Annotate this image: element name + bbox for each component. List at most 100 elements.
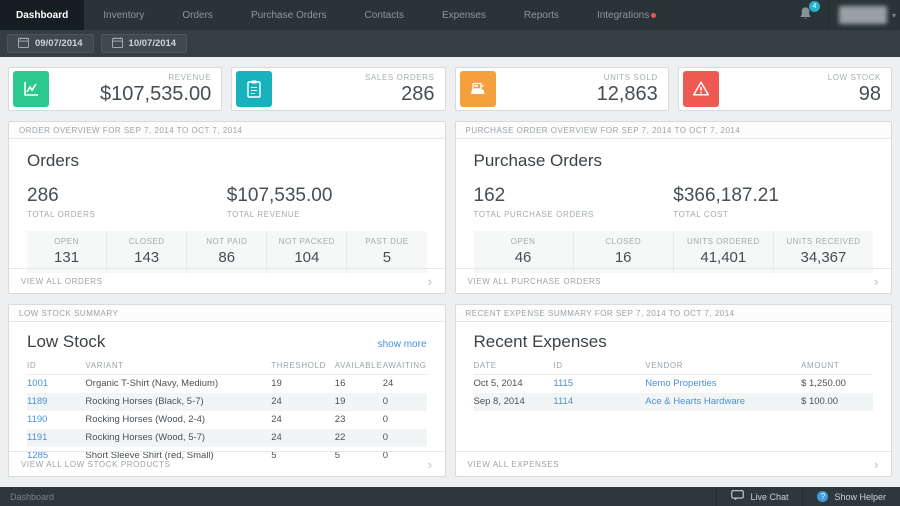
column-header-vendor: VENDOR (645, 359, 801, 375)
nav-item-purchase-orders[interactable]: Purchase Orders (232, 0, 346, 30)
start-date-value: 09/07/2014 (35, 38, 83, 49)
total-orders-value: 286 (27, 185, 227, 207)
recent-expenses-panel: RECENT EXPENSE SUMMARY FOR SEP 7, 2014 T… (455, 304, 893, 477)
total-orders-label: TOTAL ORDERS (27, 210, 227, 219)
show-helper-button[interactable]: ? Show Helper (802, 487, 900, 506)
chat-bubble-icon (731, 490, 744, 503)
orders-title: Orders (27, 151, 427, 171)
view-all-expenses-link[interactable]: VIEW ALL EXPENSES › (456, 451, 892, 476)
notifications-bell-button[interactable]: 4 (799, 6, 812, 25)
revenue-stat-card[interactable]: REVENUE $107,535.00 (8, 67, 222, 111)
stat-past-due: PAST DUE5 (346, 231, 426, 273)
view-all-purchase-orders-link[interactable]: VIEW ALL PURCHASE ORDERS › (456, 268, 892, 293)
notification-count-badge: 4 (809, 1, 820, 12)
total-cost-label: TOTAL COST (673, 210, 873, 219)
expense-id-link[interactable]: 1115 (553, 378, 573, 389)
stat-units-received: UNITS RECEIVED34,367 (773, 231, 873, 273)
purchase-order-overview-panel: PURCHASE ORDER OVERVIEW FOR SEP 7, 2014 … (455, 121, 893, 294)
overview-panels-row: ORDER OVERVIEW FOR SEP 7, 2014 TO OCT 7,… (8, 121, 892, 294)
nav-item-dashboard[interactable]: Dashboard (0, 0, 84, 30)
recent-expenses-title: Recent Expenses (474, 332, 874, 352)
stat-open: OPEN131 (27, 231, 106, 273)
footer-bar: Dashboard Live Chat ? Show Helper (0, 487, 900, 506)
column-header-variant: VARIANT (85, 359, 271, 375)
nav-item-expenses[interactable]: Expenses (423, 0, 505, 30)
stat-card-value: $107,535.00 (100, 83, 211, 106)
units-sold-stat-card[interactable]: UNITS SOLD 12,863 (455, 67, 669, 111)
stat-not-paid: NOT PAID86 (186, 231, 266, 273)
table-row: 1190Rocking Horses (Wood, 2-4)24230 (27, 411, 427, 429)
purchase-stats-strip: OPEN46 CLOSED16 UNITS ORDERED41,401 UNIT… (474, 231, 874, 273)
question-mark-icon: ? (817, 491, 828, 502)
summary-panels-row: LOW STOCK SUMMARY Low Stock show more ID… (8, 304, 892, 477)
stat-card-label: LOW STOCK (828, 73, 881, 82)
nav-divider (828, 0, 829, 30)
nav-item-inventory[interactable]: Inventory (84, 0, 163, 30)
total-purchase-orders-value: 162 (474, 185, 674, 207)
product-id-link[interactable]: 1189 (27, 396, 47, 407)
nav-item-reports[interactable]: Reports (505, 0, 578, 30)
nav-item-orders[interactable]: Orders (163, 0, 232, 30)
top-nav: Dashboard Inventory Orders Purchase Orde… (0, 0, 900, 30)
product-id-link[interactable]: 1001 (27, 378, 48, 389)
sales-orders-stat-card[interactable]: SALES ORDERS 286 (231, 67, 445, 111)
start-date-button[interactable]: 09/07/2014 (7, 34, 94, 53)
chevron-right-icon: › (874, 275, 879, 288)
stat-open: OPEN46 (474, 231, 573, 273)
stat-card-value: 286 (365, 83, 434, 106)
stat-closed: CLOSED143 (106, 231, 186, 273)
panel-strip-title: ORDER OVERVIEW FOR SEP 7, 2014 TO OCT 7,… (9, 122, 445, 139)
expense-id-link[interactable]: 1114 (553, 396, 573, 407)
column-header-amount: AMOUNT (801, 359, 873, 375)
order-stats-strip: OPEN131 CLOSED143 NOT PAID86 NOT PACKED1… (27, 231, 427, 273)
table-row: 1189Rocking Horses (Black, 5-7)24190 (27, 393, 427, 411)
stat-closed: CLOSED16 (573, 231, 673, 273)
view-all-orders-link[interactable]: VIEW ALL ORDERS › (9, 268, 445, 293)
view-all-low-stock-link[interactable]: VIEW ALL LOW STOCK PRODUCTS › (9, 451, 445, 476)
live-chat-button[interactable]: Live Chat (716, 487, 802, 506)
low-stock-title: Low Stock (27, 332, 105, 352)
column-header-awaiting: AWAITING (383, 359, 427, 375)
stat-not-packed: NOT PACKED104 (266, 231, 346, 273)
product-id-link[interactable]: 1191 (27, 432, 47, 443)
end-date-button[interactable]: 10/07/2014 (101, 34, 188, 53)
purchase-orders-title: Purchase Orders (474, 151, 874, 171)
stat-card-label: UNITS SOLD (597, 73, 658, 82)
calendar-icon (112, 37, 123, 51)
nav-item-contacts[interactable]: Contacts (346, 0, 423, 30)
table-row: 1191Rocking Horses (Wood, 5-7)24220 (27, 429, 427, 447)
user-avatar-blurred[interactable] (839, 6, 887, 24)
column-header-id: ID (553, 359, 645, 375)
expenses-table: DATE ID VENDOR AMOUNT Oct 5, 20141115Nem… (474, 359, 874, 411)
cash-register-icon (460, 71, 496, 107)
stat-cards-row: REVENUE $107,535.00 SALES ORDERS 286 UNI… (8, 67, 892, 111)
chevron-right-icon: › (428, 275, 433, 288)
column-header-date: DATE (474, 359, 554, 375)
stat-card-value: 98 (828, 83, 881, 106)
panel-strip-title: LOW STOCK SUMMARY (9, 305, 445, 322)
line-chart-icon (13, 71, 49, 107)
chevron-right-icon: › (874, 458, 879, 471)
show-more-link[interactable]: show more (378, 339, 427, 350)
total-revenue-label: TOTAL REVENUE (227, 210, 427, 219)
total-revenue-value: $107,535.00 (227, 185, 427, 207)
total-purchase-orders-label: TOTAL PURCHASE ORDERS (474, 210, 674, 219)
caret-down-icon[interactable]: ▾ (892, 11, 896, 20)
dashboard-content: REVENUE $107,535.00 SALES ORDERS 286 UNI… (0, 57, 900, 487)
total-cost-value: $366,187.21 (673, 185, 873, 207)
low-stock-stat-card[interactable]: LOW STOCK 98 (678, 67, 892, 111)
chevron-right-icon: › (428, 458, 433, 471)
date-range-bar: 09/07/2014 10/07/2014 (0, 30, 900, 57)
footer-breadcrumb: Dashboard (0, 492, 54, 502)
clipboard-icon (236, 71, 272, 107)
vendor-link[interactable]: Ace & Hearts Hardware (645, 396, 745, 407)
product-id-link[interactable]: 1190 (27, 414, 47, 425)
warning-triangle-icon (683, 71, 719, 107)
column-header-available: AVAILABLE (335, 359, 383, 375)
nav-item-integrations[interactable]: Integrations (578, 0, 675, 30)
vendor-link[interactable]: Nemo Properties (645, 378, 716, 389)
end-date-value: 10/07/2014 (129, 38, 177, 49)
panel-strip-title: RECENT EXPENSE SUMMARY FOR SEP 7, 2014 T… (456, 305, 892, 322)
table-row: 1001Organic T-Shirt (Navy, Medium)191624 (27, 375, 427, 394)
low-stock-table: ID VARIANT THRESHOLD AVAILABLE AWAITING … (27, 359, 427, 465)
